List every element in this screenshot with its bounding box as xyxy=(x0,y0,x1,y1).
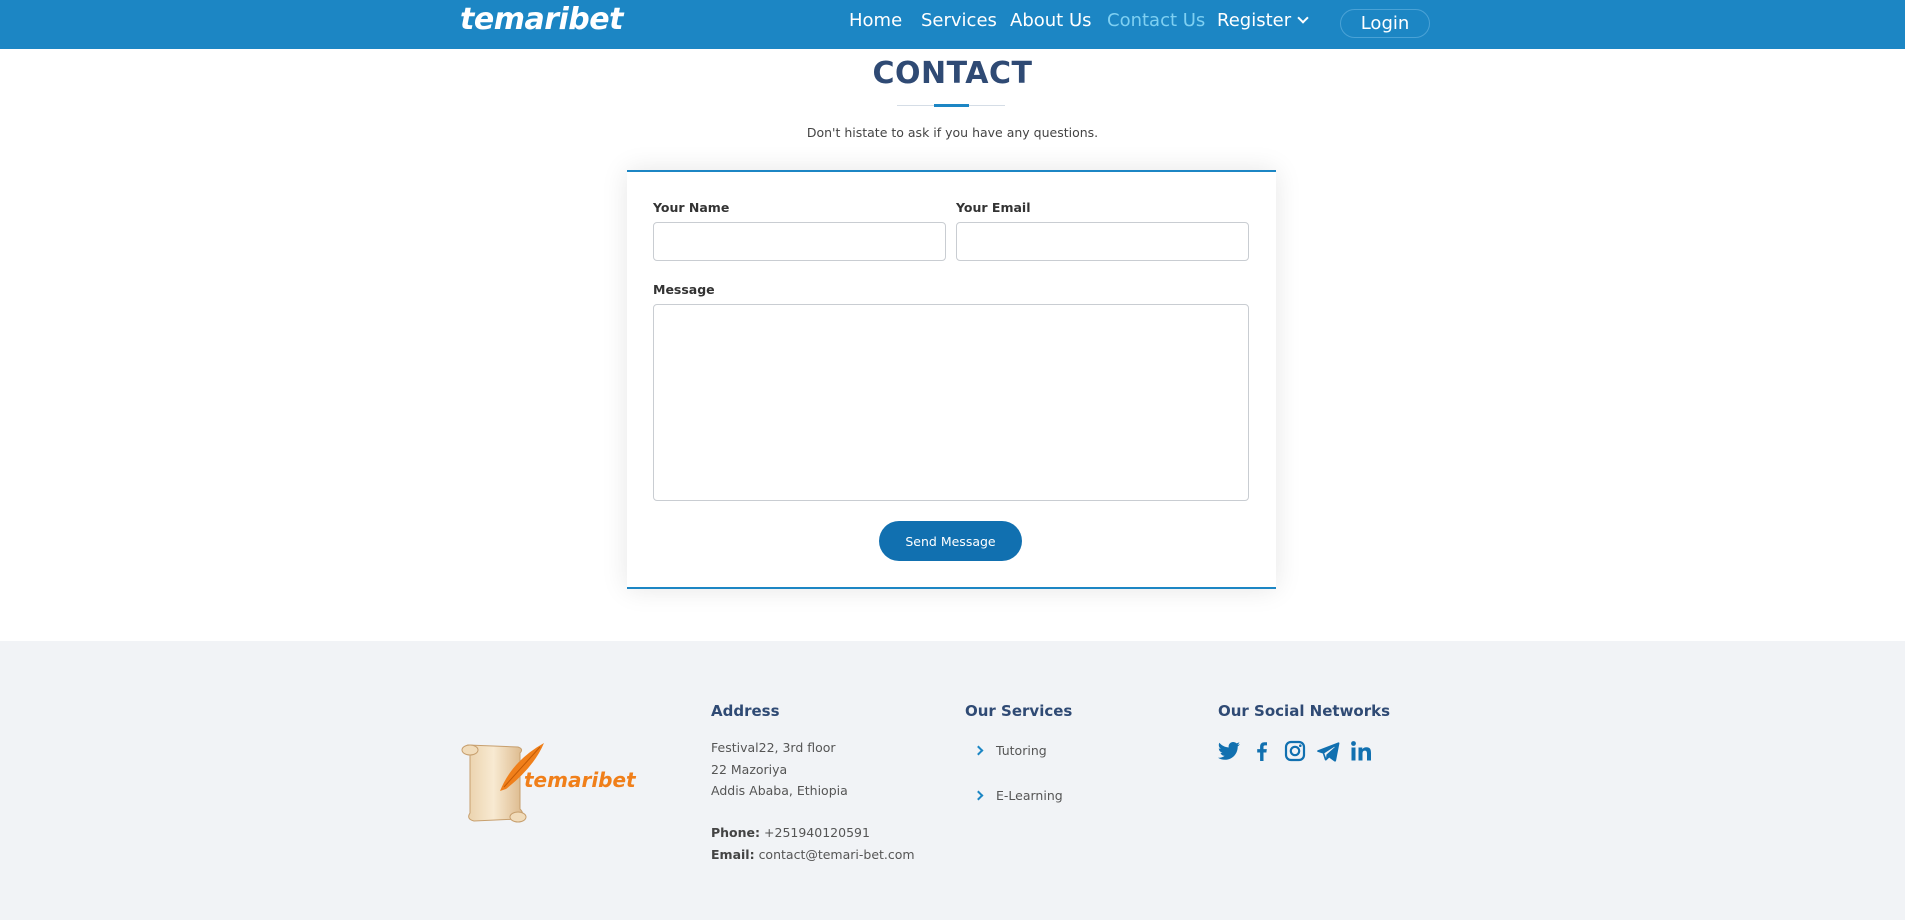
page-subtitle: Don't histate to ask if you have any que… xyxy=(806,125,1099,140)
service-link-tutoring[interactable]: Tutoring xyxy=(973,743,1047,758)
footer: temaribet Address Festival22, 3rd floor … xyxy=(0,641,1905,920)
services-heading: Our Services xyxy=(965,702,1073,720)
footer-logo-text: temaribet xyxy=(524,768,636,792)
title-accent-bar xyxy=(934,104,969,107)
nav-contact-us[interactable]: Contact Us xyxy=(1107,10,1205,31)
page-title: CONTACT xyxy=(872,56,1033,91)
service-link-elearning[interactable]: E-Learning xyxy=(973,788,1063,803)
social-heading: Our Social Networks xyxy=(1218,702,1391,720)
message-label: Message xyxy=(653,282,715,297)
email-input[interactable] xyxy=(956,222,1249,261)
login-button[interactable]: Login xyxy=(1340,9,1430,38)
service-label: E-Learning xyxy=(996,788,1063,803)
phone-value: +251940120591 xyxy=(764,825,870,840)
nav-about-us[interactable]: About Us xyxy=(1010,10,1092,31)
phone-line: Phone: +251940120591 xyxy=(711,822,870,844)
address-line: Festival22, 3rd floor xyxy=(711,740,836,755)
email-label-footer: Email: xyxy=(711,847,755,862)
email-label: Your Email xyxy=(956,200,1031,215)
phone-label: Phone: xyxy=(711,825,761,840)
service-label: Tutoring xyxy=(996,743,1047,758)
send-message-button[interactable]: Send Message xyxy=(879,521,1022,561)
message-textarea[interactable] xyxy=(653,304,1249,501)
telegram-icon[interactable] xyxy=(1316,739,1340,763)
brand-logo[interactable]: temaribet xyxy=(460,2,623,37)
email-value[interactable]: contact@temari-bet.com xyxy=(759,847,915,862)
linkedin-icon[interactable] xyxy=(1349,739,1373,763)
top-navbar: temaribet Home Services About Us Contact… xyxy=(0,0,1905,49)
chevron-right-icon xyxy=(973,745,984,756)
social-links xyxy=(1217,739,1373,763)
nav-services[interactable]: Services xyxy=(921,10,997,31)
twitter-icon[interactable] xyxy=(1217,739,1241,763)
footer-logo[interactable]: temaribet xyxy=(460,741,636,823)
address-heading: Address xyxy=(711,702,780,720)
chevron-down-icon xyxy=(1297,12,1309,24)
name-input[interactable] xyxy=(653,222,946,261)
contact-form-card: Your Name Your Email Message Send Messag… xyxy=(627,170,1276,589)
nav-home[interactable]: Home xyxy=(849,10,902,31)
email-line: Email: contact@temari-bet.com xyxy=(711,844,915,866)
nav-register-label: Register xyxy=(1217,10,1292,31)
address-line: 22 Mazoriya xyxy=(711,761,788,777)
nav-register[interactable]: Register xyxy=(1217,10,1309,31)
name-label: Your Name xyxy=(653,200,730,215)
chevron-right-icon xyxy=(973,790,984,801)
address-line: Addis Ababa, Ethiopia xyxy=(711,783,848,798)
instagram-icon[interactable] xyxy=(1283,739,1307,763)
facebook-icon[interactable] xyxy=(1250,739,1274,763)
address-block: Festival22, 3rd floor 22 Mazoriya Addis … xyxy=(711,737,848,802)
